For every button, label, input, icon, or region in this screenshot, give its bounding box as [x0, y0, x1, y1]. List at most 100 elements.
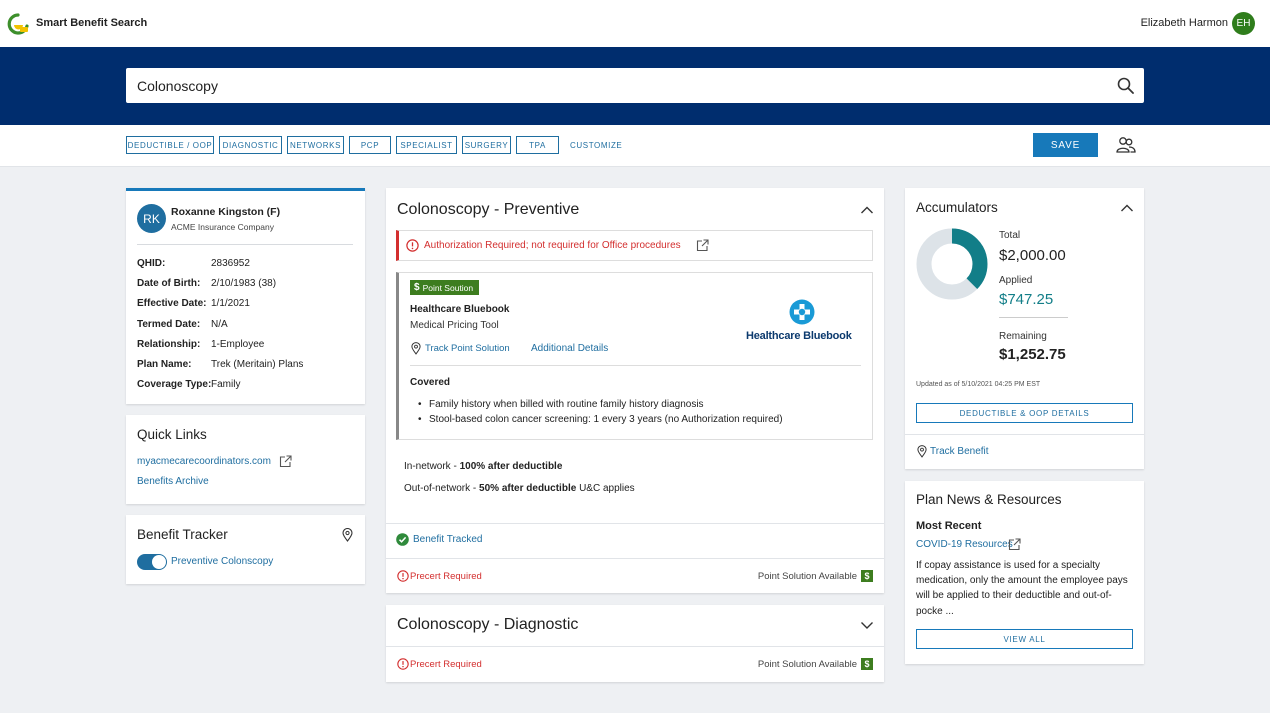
total-value: $2,000.00: [999, 247, 1066, 264]
updated-timestamp: Updated as of 5/10/2021 04:25 PM EST: [916, 381, 1041, 388]
location-pin-icon[interactable]: [342, 528, 353, 542]
smart-benefit-logo-icon[interactable]: [7, 13, 29, 35]
chip-surgery[interactable]: SURGERY: [462, 136, 511, 154]
field-value: 2/10/1983 (38): [211, 278, 277, 289]
chip-diagnostic[interactable]: DIAGNOSTIC: [219, 136, 282, 154]
member-avatar: RK: [137, 204, 166, 233]
alert-circle-icon: [406, 239, 419, 252]
save-button[interactable]: SAVE: [1033, 133, 1098, 157]
user-avatar[interactable]: EH: [1232, 12, 1255, 35]
quick-link-benefits-archive[interactable]: Benefits Archive: [137, 476, 209, 487]
point-solution-box: $ Point Soution Healthcare Bluebook Medi…: [396, 272, 873, 440]
tracker-toggle-label[interactable]: Preventive Colonscopy: [171, 556, 273, 567]
diagnostic-title: Colonoscopy - Diagnostic: [397, 616, 579, 633]
chip-specialist[interactable]: SPECIALIST: [396, 136, 457, 154]
total-label: Total: [999, 230, 1021, 241]
preventive-card: Colonoscopy - Preventive Authorization R…: [386, 188, 884, 593]
location-pin-icon: [411, 342, 421, 355]
point-solution-badge: $ Point Soution: [410, 280, 480, 295]
field-value: 2836952: [211, 258, 250, 269]
member-company: ACME Insurance Company: [171, 222, 274, 232]
precert-required-label: Precert Required: [410, 571, 482, 582]
applied-value: $747.25: [999, 291, 1054, 308]
point-solution-available-label: Point Solution Available: [757, 659, 857, 670]
search-box: [126, 68, 1144, 103]
deductible-oop-details-button[interactable]: DEDUCTIBLE & OOP DETAILS: [916, 403, 1133, 423]
field-label: Termed Date:: [137, 319, 201, 330]
field-value: 1-Employee: [211, 339, 265, 350]
chevron-up-icon[interactable]: [1120, 203, 1134, 213]
point-solution-available-label: Point Solution Available: [757, 571, 857, 582]
benefit-tracked-label[interactable]: Benefit Tracked: [413, 534, 482, 545]
filter-toolbar: DEDUCTIBLE / OOP DIAGNOSTIC NETWORKS PCP…: [0, 125, 1270, 167]
people-icon[interactable]: [1116, 136, 1136, 154]
diagnostic-card: Colonoscopy - Diagnostic Precert Require…: [386, 605, 884, 682]
plan-news-card: Plan News & Resources Most Recent COVID-…: [905, 481, 1144, 664]
external-link-icon[interactable]: [696, 239, 709, 252]
precert-required-label: Precert Required: [410, 659, 482, 670]
divider: [386, 646, 884, 647]
divider: [386, 558, 884, 559]
location-pin-icon: [917, 445, 927, 458]
divider: [386, 523, 884, 524]
top-bar: Smart Benefit Search Elizabeth Harmon EH: [0, 0, 1270, 47]
most-recent-label: Most Recent: [916, 520, 982, 532]
search-icon[interactable]: [1117, 77, 1134, 94]
chip-deductible-oop[interactable]: DEDUCTIBLE / OOP: [126, 136, 214, 154]
dollar-icon: $: [861, 570, 873, 582]
in-network-line: In-network - 100% after deductible: [404, 461, 562, 472]
field-value: 1/1/2021: [211, 298, 250, 309]
benefit-tracker-title: Benefit Tracker: [137, 527, 228, 542]
view-all-button[interactable]: VIEW ALL: [916, 629, 1133, 649]
out-network-label: Out-of-network -: [404, 483, 480, 494]
search-input[interactable]: [126, 68, 1106, 103]
field-value: Trek (Meritain) Plans: [211, 359, 304, 370]
provider-subtitle: Medical Pricing Tool: [410, 320, 499, 331]
field-label: Relationship:: [137, 339, 201, 350]
external-link-icon[interactable]: [1008, 538, 1021, 551]
dollar-icon: $: [861, 658, 873, 670]
accumulators-title: Accumulators: [916, 200, 998, 215]
news-body-text: If copay assistance is used for a specia…: [916, 560, 1128, 617]
track-benefit-link[interactable]: Track Benefit: [930, 446, 989, 457]
quick-links-title: Quick Links: [137, 427, 207, 442]
out-network-line: Out-of-network - 50% after deductible U&…: [404, 483, 635, 494]
chevron-up-icon[interactable]: [860, 205, 874, 215]
field-label: QHID:: [137, 258, 166, 269]
alert-circle-icon: [397, 658, 409, 670]
divider: [905, 434, 1144, 435]
dollar-icon: $: [414, 282, 420, 293]
provider-name: Healthcare Bluebook: [410, 304, 510, 315]
covid-resources-link[interactable]: COVID-19 Resources: [916, 539, 1013, 550]
user-name[interactable]: Elizabeth Harmon: [1141, 17, 1228, 29]
app-title: Smart Benefit Search: [36, 17, 148, 29]
quick-links-card: Quick Links myacmecarecoordinators.com B…: [126, 415, 365, 504]
covered-label: Covered: [410, 377, 451, 388]
field-label: Date of Birth:: [137, 278, 201, 289]
check-circle-icon: [396, 533, 409, 546]
alert-circle-icon: [397, 570, 409, 582]
quick-link-coordinators[interactable]: myacmecarecoordinators.com: [137, 456, 271, 467]
field-label: Effective Date:: [137, 298, 207, 309]
chip-tpa[interactable]: TPA: [516, 136, 559, 154]
tracker-toggle[interactable]: [137, 554, 167, 570]
track-point-solution-link[interactable]: Track Point Solution: [425, 343, 510, 354]
badge-label: Point Soution: [422, 282, 474, 293]
additional-details-link[interactable]: Additional Details: [531, 343, 608, 354]
accumulator-donut-chart: [916, 228, 988, 300]
out-network-suffix: U&C applies: [576, 483, 635, 494]
chevron-down-icon[interactable]: [860, 620, 874, 630]
remaining-value: $1,252.75: [999, 346, 1066, 363]
benefit-tracker-card: Benefit Tracker Preventive Colonscopy: [126, 515, 365, 584]
in-network-label: In-network -: [404, 461, 460, 472]
customize-link[interactable]: CUSTOMIZE: [570, 141, 622, 150]
chip-pcp[interactable]: PCP: [349, 136, 391, 154]
chip-networks[interactable]: NETWORKS: [287, 136, 344, 154]
member-name: Roxanne Kingston (F): [171, 206, 281, 218]
applied-label: Applied: [999, 275, 1033, 286]
remaining-label: Remaining: [999, 331, 1047, 342]
search-band: [0, 47, 1270, 125]
divider: [410, 365, 861, 366]
external-link-icon[interactable]: [279, 455, 292, 468]
field-value: N/A: [211, 319, 228, 330]
